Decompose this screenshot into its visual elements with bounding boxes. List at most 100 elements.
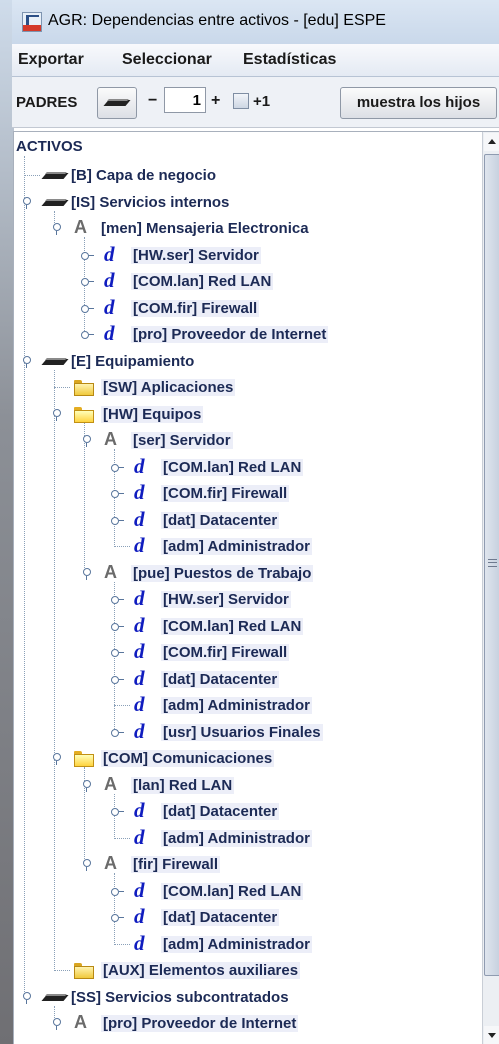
tree-node-label: [ser] Servidor (131, 432, 233, 449)
scroll-thumb[interactable] (484, 154, 499, 976)
expanded-handle-icon[interactable] (51, 1018, 62, 1030)
show-children-button[interactable]: muestra los hijos (340, 87, 497, 119)
tree-node[interactable]: [IS] Servicios internos (14, 189, 479, 215)
tree-node[interactable]: [COM] Comunicaciones (14, 745, 479, 771)
tree-node-label: [AUX] Elementos auxiliares (101, 962, 301, 979)
collapsed-handle-icon[interactable] (81, 276, 94, 287)
layer-icon (106, 93, 126, 111)
tree-node[interactable]: A [fir] Firewall (14, 851, 479, 877)
collapsed-handle-icon[interactable] (111, 727, 124, 738)
tree-root-label: ACTIVOS (16, 138, 83, 155)
tree-node[interactable]: d [dat] Datacenter (14, 798, 479, 824)
expanded-handle-icon[interactable] (81, 859, 92, 871)
tree-node-label: [dat] Datacenter (161, 670, 280, 688)
tree-node-label: [lan] Red LAN (131, 776, 235, 794)
expanded-handle-icon[interactable] (51, 223, 62, 235)
asset-tree[interactable]: ACTIVOS [B] Capa de negocio [IS] Servicio… (13, 131, 499, 1044)
expanded-handle-icon[interactable] (51, 408, 62, 421)
collapsed-handle-icon[interactable] (81, 329, 94, 340)
tree-node-label: [B] Capa de negocio (71, 167, 217, 184)
tree-node-label: [pro] Proveedor de Internet (101, 1015, 299, 1032)
collapsed-handle-icon[interactable] (81, 303, 94, 314)
tree-branch-line (54, 387, 70, 388)
tree-node[interactable]: d [COM.lan] Red LAN (14, 268, 479, 294)
tree-node[interactable]: A [pue] Puestos de Trabajo (14, 560, 479, 586)
tree-node[interactable]: d [COM.fir] Firewall (14, 480, 479, 506)
tree-node[interactable]: d [pro] Proveedor de Internet (14, 321, 479, 347)
expanded-handle-icon[interactable] (21, 196, 32, 209)
menu-exportar[interactable]: Exportar (18, 51, 84, 69)
tree-node-label: [E] Equipamiento (71, 352, 195, 370)
dependency-d-icon: d (134, 692, 145, 716)
dependency-d-icon: d (134, 533, 145, 557)
tree-node[interactable]: [HW] Equipos (14, 401, 479, 427)
collapsed-handle-icon[interactable] (111, 515, 124, 526)
tree-node-label: [dat] Datacenter (161, 511, 280, 529)
tree-node[interactable]: d [dat] Datacenter (14, 904, 479, 930)
tree-node[interactable]: d [COM.lan] Red LAN (14, 454, 479, 480)
decrease-level-button[interactable]: − (148, 92, 157, 110)
expanded-handle-icon[interactable] (81, 567, 92, 580)
tree-node[interactable]: d [usr] Usuarios Finales (14, 719, 479, 745)
tree-node-label: [COM.fir] Firewall (131, 299, 260, 317)
title-bar[interactable]: AGR: Dependencias entre activos - [edu] … (12, 0, 499, 44)
vertical-scrollbar[interactable] (482, 132, 499, 1044)
tree-node[interactable]: [SS] Servicios subcontratados (14, 984, 479, 1010)
tree-node[interactable]: A [lan] Red LAN (14, 772, 479, 798)
tree-node[interactable]: A [ser] Servidor (14, 427, 479, 453)
window-title: AGR: Dependencias entre activos - [edu] … (48, 12, 386, 29)
tree-node[interactable]: d [COM.lan] Red LAN (14, 613, 479, 639)
expanded-handle-icon[interactable] (81, 779, 92, 792)
expanded-handle-icon[interactable] (21, 991, 32, 1004)
tree-node[interactable]: d [adm] Administrador (14, 692, 479, 718)
plus1-checkbox[interactable] (233, 93, 249, 109)
expanded-handle-icon[interactable] (81, 435, 92, 447)
collapsed-handle-icon[interactable] (111, 674, 124, 685)
tree-node[interactable]: d [dat] Datacenter (14, 507, 479, 533)
menu-seleccionar[interactable]: Seleccionar (122, 51, 212, 69)
collapsed-handle-icon[interactable] (111, 488, 124, 499)
tree-node-label: [dat] Datacenter (161, 803, 280, 820)
collapsed-handle-icon[interactable] (81, 250, 94, 261)
folder-icon (74, 961, 94, 979)
collapsed-handle-icon[interactable] (111, 806, 124, 817)
dependency-d-icon: d (104, 321, 115, 345)
collapsed-handle-icon[interactable] (111, 594, 124, 605)
tree-node[interactable]: [E] Equipamiento (14, 348, 479, 374)
tree-node[interactable]: d [HW.ser] Servidor (14, 242, 479, 268)
tree-branch-line (114, 837, 130, 839)
tree-node[interactable]: [B] Capa de negocio (14, 162, 479, 188)
tree-node[interactable]: d [COM.lan] Red LAN (14, 878, 479, 904)
tree-node[interactable]: d [COM.fir] Firewall (14, 295, 479, 321)
layer-icon (44, 988, 64, 1006)
tree-node[interactable]: A [pro] Proveedor de Internet (14, 1010, 479, 1036)
tree-node[interactable]: d [adm] Administrador (14, 931, 479, 957)
level-field[interactable]: 1 (164, 87, 206, 113)
tree-node[interactable]: d [adm] Administrador (14, 533, 479, 559)
collapsed-handle-icon[interactable] (111, 886, 124, 897)
tree-node[interactable]: [SW] Aplicaciones (14, 374, 479, 400)
tree-node[interactable]: d [HW.ser] Servidor (14, 586, 479, 612)
tree-node-label: [COM.lan] Red LAN (131, 273, 274, 290)
tree-node-label: [HW.ser] Servidor (161, 591, 291, 608)
scroll-down-arrow-icon[interactable] (484, 1026, 499, 1044)
tree-node[interactable]: [AUX] Elementos auxiliares (14, 957, 479, 983)
expanded-handle-icon[interactable] (21, 355, 32, 368)
tree-node[interactable]: d [dat] Datacenter (14, 666, 479, 692)
menu-estadisticas[interactable]: Estadísticas (243, 51, 336, 69)
toolbar: PADRES − 1 + +1 muestra los hijos (12, 77, 499, 128)
expanded-handle-icon[interactable] (51, 753, 62, 765)
tree-node[interactable]: A [men] Mensajeria Electronica (14, 215, 479, 241)
collapsed-handle-icon[interactable] (111, 912, 124, 923)
layer-toggle-button[interactable] (97, 87, 137, 119)
increase-level-button[interactable]: + (211, 92, 220, 110)
tree-node[interactable]: d [COM.fir] Firewall (14, 639, 479, 665)
collapsed-handle-icon[interactable] (111, 647, 124, 658)
dependency-d-icon: d (134, 612, 145, 637)
collapsed-handle-icon[interactable] (111, 462, 124, 473)
collapsed-handle-icon[interactable] (111, 621, 124, 632)
tree-node[interactable]: d [adm] Administrador (14, 825, 479, 851)
tree-node-label: [dat] Datacenter (161, 909, 280, 926)
scroll-up-arrow-icon[interactable] (484, 133, 499, 151)
folder-open-icon (74, 405, 94, 423)
